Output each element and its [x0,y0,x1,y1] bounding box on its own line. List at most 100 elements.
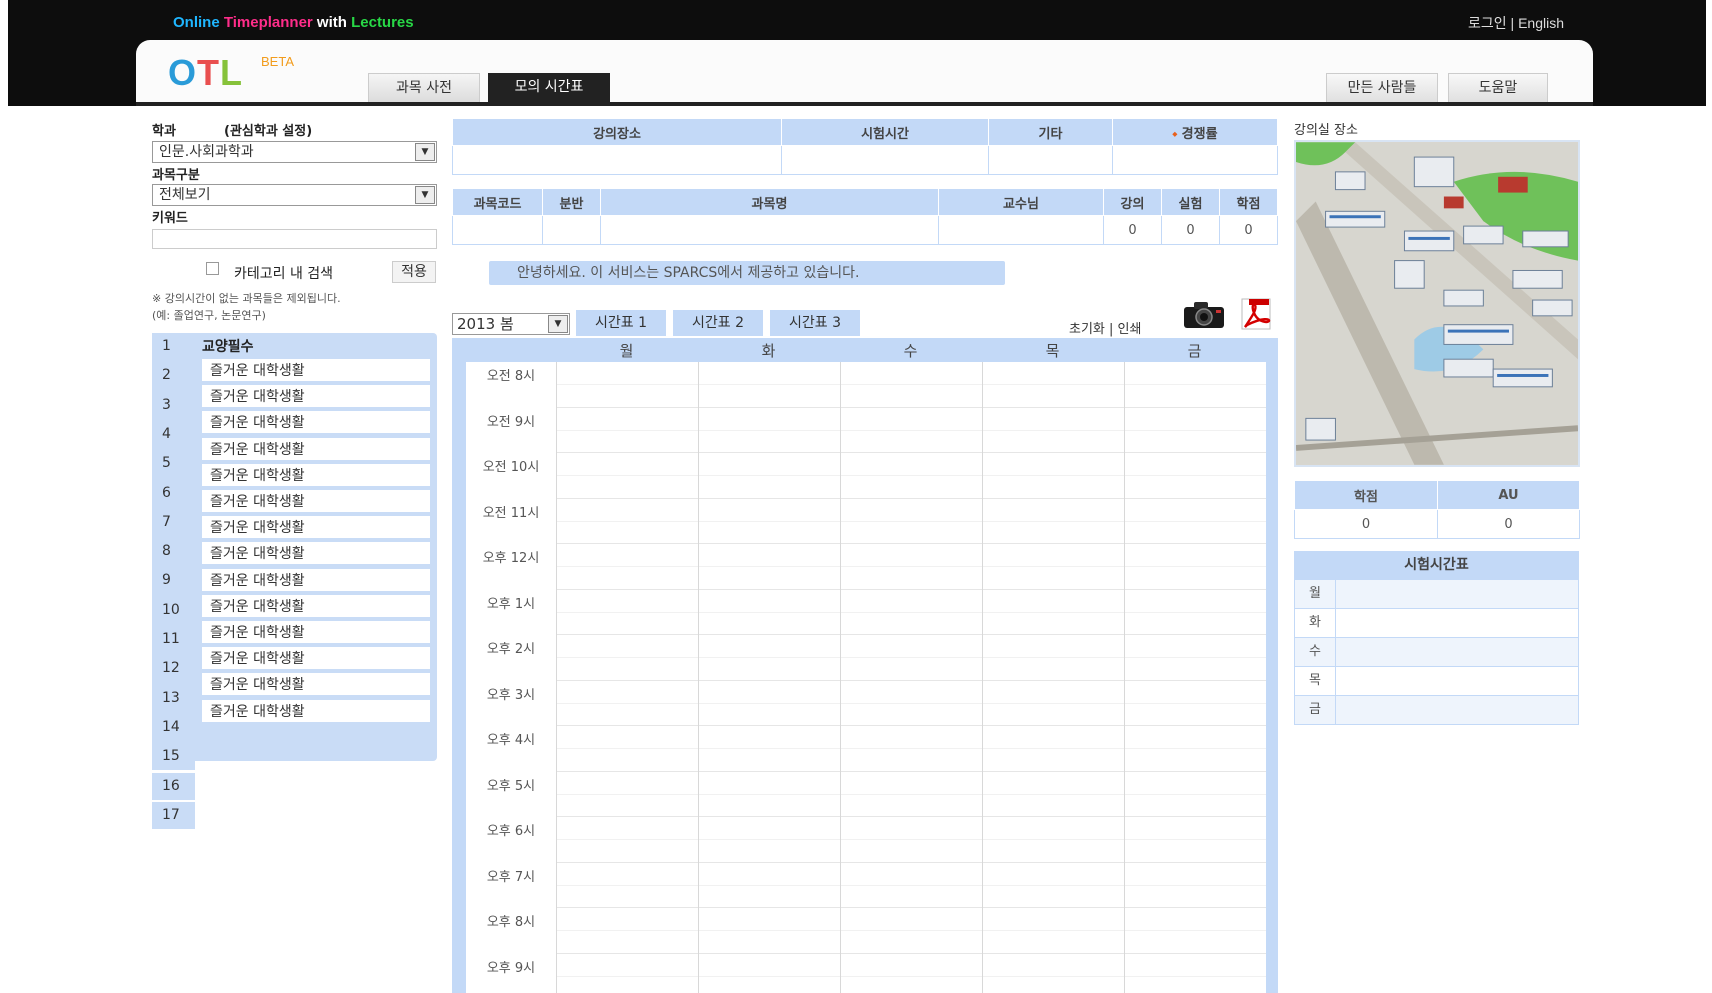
category-number[interactable]: 17 [152,801,195,829]
fav-dept-link[interactable]: (관심학과 설정) [224,120,312,139]
category-number[interactable]: 16 [152,772,195,800]
course-item[interactable]: 즐거운 대학생활 [202,621,430,645]
keyword-input[interactable] [152,229,437,249]
day-column-divider [840,362,841,993]
login-link[interactable]: 로그인 [1468,15,1507,31]
print-link[interactable]: 인쇄 [1118,322,1142,337]
category-number[interactable]: 12 [152,655,195,683]
tab-course-dictionary[interactable]: 과목 사전 [368,73,480,102]
course-item[interactable]: 즐거운 대학생활 [202,516,430,541]
category-number[interactable]: 13 [152,684,195,712]
pdf-icon[interactable] [1239,297,1273,331]
filter-note: ※ 강의시간이 없는 과목들은 제외됩니다. (예: 졸업연구, 논문연구) [152,290,341,324]
tab-credits[interactable]: 만든 사람들 [1326,73,1438,102]
course-item[interactable]: 즐거운 대학생활 [202,490,430,514]
category-number[interactable]: 8 [152,538,195,566]
course-item[interactable]: 즐거운 대학생활 [202,594,430,619]
time-row[interactable]: 오후 6시 [466,817,1266,863]
dept-select[interactable]: 인문.사회과학과 ▼ [152,141,437,163]
apply-button[interactable]: 적용 [392,261,436,283]
category-number[interactable]: 11 [152,626,195,653]
type-select[interactable]: 전체보기 ▼ [152,184,437,206]
col-code: 과목코드 [452,188,543,216]
half-hour-line [556,884,1266,886]
tagline-timeplanner: Timeplanner [223,14,313,31]
course-item[interactable]: 즐거운 대학생활 [202,542,430,567]
half-hour-line [556,384,1266,385]
otl-logo[interactable]: OTL [168,52,243,94]
category-number[interactable]: 15 [152,743,195,771]
col-room: 강의장소 [452,118,782,146]
camera-icon[interactable] [1182,300,1226,330]
exam-day-label: 수 [1295,638,1336,666]
etc-value [988,145,1113,175]
time-label: 오후 2시 [466,635,556,681]
campus-map[interactable] [1294,140,1580,467]
semester-select[interactable]: 2013 봄 ▼ [452,313,570,335]
col-professor: 교수님 [938,188,1104,216]
category-number[interactable]: 10 [152,596,195,624]
course-item[interactable]: 즐거운 대학생활 [202,411,430,436]
course-item[interactable]: 즐거운 대학생활 [202,699,430,724]
time-row[interactable]: 오후 12시 [466,544,1266,590]
time-row[interactable]: 오후 2시 [466,635,1266,681]
exam-row: 목 [1294,667,1579,696]
timetable-tab-1[interactable]: 시간표 1 [576,310,666,336]
tab-help[interactable]: 도움말 [1448,73,1548,102]
time-row[interactable]: 오후 9시 [466,953,1266,993]
course-item[interactable]: 즐거운 대학생활 [202,673,430,698]
category-number[interactable]: 14 [152,713,195,741]
time-row[interactable]: 오전 9시 [466,407,1266,453]
category-number[interactable]: 3 [152,391,195,419]
time-label: 오전 9시 [466,407,556,453]
time-label: 오전 8시 [466,362,556,408]
course-item[interactable]: 즐거운 대학생활 [202,647,430,672]
category-number[interactable]: 4 [152,420,195,448]
category-number[interactable]: 2 [152,362,195,390]
time-row[interactable]: 오전 8시 [466,362,1266,408]
time-label: 오전 10시 [466,453,556,499]
top-links: 로그인 | English [1468,13,1564,33]
half-hour-line [556,429,1266,431]
reset-link[interactable]: 초기화 [1069,322,1105,337]
time-row[interactable]: 오전 10시 [466,453,1266,499]
category-number[interactable]: 6 [152,479,195,507]
timetable-grid[interactable]: 오전 8시 오전 9시 오전 10시 오전 11시 오후 12시 오후 1시 오후 2시 오후… [466,362,1266,993]
category-title: 교양필수 [202,339,254,355]
time-label: 오후 6시 [466,817,556,863]
lab-value: 0 [1161,215,1220,245]
course-item[interactable]: 즐거운 대학생활 [202,359,430,383]
time-row[interactable]: 오후 5시 [466,771,1266,817]
category-number[interactable]: 7 [152,508,195,536]
half-hour-line [556,475,1266,476]
type-label: 과목구분 [152,168,200,183]
time-row[interactable]: 오후 7시 [466,862,1266,908]
half-hour-line [556,566,1266,567]
time-row[interactable]: 오후 8시 [466,908,1266,954]
exam-row: 화 [1294,609,1579,638]
col-exam-time: 시험시간 [781,118,989,146]
category-number[interactable]: 9 [152,567,195,595]
course-item[interactable]: 즐거운 대학생활 [202,385,430,410]
time-label: 오후 3시 [466,680,556,726]
timetable-tab-2[interactable]: 시간표 2 [673,310,763,336]
exam-schedule: 시험시간표 월화수목금 [1294,551,1579,725]
note-line-2: (예: 졸업연구, 논문연구) [152,309,266,322]
tagline-online: Online [173,14,224,31]
col-section: 분반 [542,188,601,216]
english-link[interactable]: English [1518,15,1564,31]
tab-mock-timetable[interactable]: 모의 시간표 [488,73,610,102]
timetable-tab-3[interactable]: 시간표 3 [770,310,860,336]
category-number[interactable]: 5 [152,450,195,478]
in-category-checkbox[interactable] [206,262,219,275]
time-row[interactable]: 오후 1시 [466,589,1266,635]
course-item[interactable]: 즐거운 대학생활 [202,437,430,462]
in-category-label: 카테고리 내 검색 [234,266,334,282]
category-number[interactable]: 1 [152,333,195,360]
time-row[interactable]: 오후 3시 [466,680,1266,726]
time-row[interactable]: 오전 11시 [466,498,1266,544]
time-row[interactable]: 오후 4시 [466,726,1266,772]
course-item[interactable]: 즐거운 대학생활 [202,463,430,488]
course-item[interactable]: 즐거운 대학생활 [202,568,430,593]
credit-total-value: 0 [1294,509,1438,539]
